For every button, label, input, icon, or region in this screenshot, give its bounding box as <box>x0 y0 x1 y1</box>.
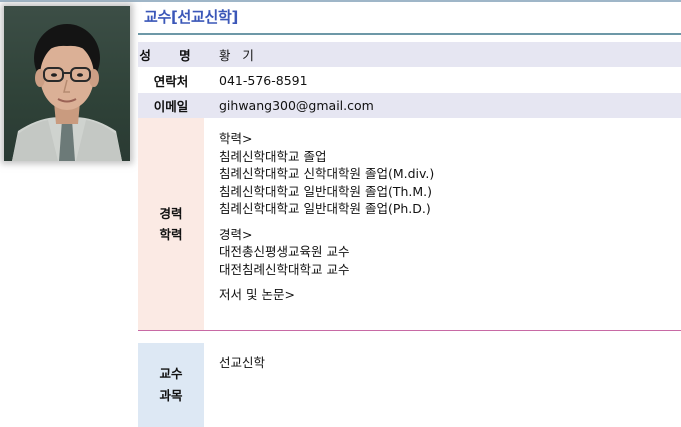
career-details: 학력> 침례신학대학교 졸업 침례신학대학교 신학대학원 졸업(M.div.) … <box>204 118 681 330</box>
portrait-photo <box>4 6 130 161</box>
education-group: 학력> 침례신학대학교 졸업 침례신학대학교 신학대학원 졸업(M.div.) … <box>219 130 681 218</box>
name-row: 성 명 황 기 <box>138 42 681 67</box>
top-border <box>0 0 681 2</box>
title-divider <box>138 33 681 35</box>
course-label-line2: 과목 <box>159 388 183 403</box>
phone-value: 041-576-8591 <box>204 67 681 93</box>
education-item: 침례신학대학교 신학대학원 졸업(M.div.) <box>219 166 435 181</box>
phone-row: 연락처 041-576-8591 <box>138 67 681 93</box>
career-row: 경력 학력 학력> 침례신학대학교 졸업 침례신학대학교 신학대학원 졸업(M.… <box>138 118 681 330</box>
education-item: 침례신학대학교 졸업 <box>219 148 327 164</box>
phone-label: 연락처 <box>138 67 204 93</box>
name-value: 황 기 <box>204 42 681 67</box>
publications-group: 저서 및 논문> <box>219 286 681 304</box>
publications-heading: 저서 및 논문> <box>219 287 295 302</box>
course-value: 선교신학 <box>204 343 681 427</box>
career-label-line1: 경력 <box>159 206 183 221</box>
email-value[interactable]: gihwang300@gmail.com <box>204 93 681 118</box>
career-label: 경력 학력 <box>138 118 204 330</box>
career-item: 대전침례신학대학교 교수 <box>219 261 350 277</box>
email-row: 이메일 gihwang300@gmail.com <box>138 93 681 118</box>
portrait-photo-icon <box>12 24 122 161</box>
page-title: 교수[선교신학] <box>144 8 239 26</box>
career-label-line2: 학력 <box>159 227 183 242</box>
career-group: 경력> 대전총신평생교육원 교수 대전침례신학대학교 교수 <box>219 226 681 279</box>
career-item: 대전총신평생교육원 교수 <box>219 244 350 259</box>
name-label: 성 명 <box>138 42 204 67</box>
career-divider <box>138 330 681 331</box>
course-row: 교수 과목 선교신학 <box>138 343 681 427</box>
education-item: 침례신학대학교 일반대학원 졸업(Th.M.) <box>219 183 432 199</box>
education-heading: 학력> <box>219 131 253 146</box>
course-label: 교수 과목 <box>138 343 204 427</box>
career-heading: 경력> <box>219 226 253 242</box>
course-label-line1: 교수 <box>159 366 183 381</box>
education-item: 침례신학대학교 일반대학원 졸업(Ph.D.) <box>219 201 431 216</box>
email-label: 이메일 <box>138 93 204 118</box>
